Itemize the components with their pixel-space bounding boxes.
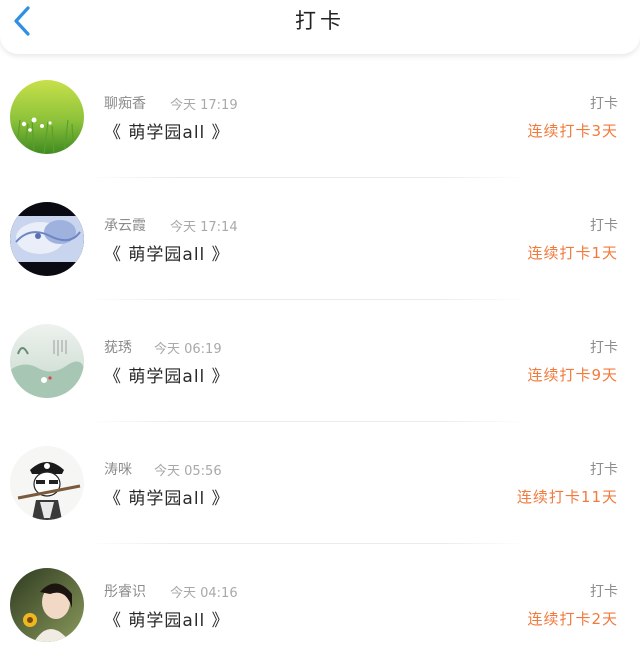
streak-label: 连续打卡1天 (527, 244, 618, 262)
list-item[interactable]: 聊痴香 今天 17:19 《 萌学园all 》 打卡 连续打卡3天 (0, 58, 640, 180)
user-name[interactable]: 聊痴香 (104, 93, 146, 113)
avatar[interactable] (10, 202, 84, 276)
user-name[interactable]: 彤睿识 (104, 581, 146, 601)
book-title[interactable]: 《 萌学园all 》 (104, 606, 230, 631)
book-title[interactable]: 《 萌学园all 》 (104, 118, 230, 143)
user-name[interactable]: 莸琇 (104, 337, 132, 357)
streak-label: 连续打卡11天 (516, 488, 618, 506)
checkin-label: 打卡 (590, 218, 618, 234)
avatar[interactable] (10, 568, 84, 642)
checkin-label: 打卡 (590, 340, 618, 356)
checkin-time: 今天 17:14 (170, 220, 238, 235)
avatar[interactable] (10, 80, 84, 154)
book-title[interactable]: 《 萌学园all 》 (104, 240, 230, 265)
list-item[interactable]: 彤睿识 今天 04:16 《 萌学园all 》 打卡 连续打卡2天 (0, 546, 640, 668)
list-item[interactable]: 莸琇 今天 06:19 《 萌学园all 》 打卡 连续打卡9天 (0, 302, 640, 424)
checkin-label: 打卡 (590, 584, 618, 600)
list-item[interactable]: 涛咪 今天 05:56 《 萌学园all 》 打卡 连续打卡11天 (0, 424, 640, 546)
checkin-time: 今天 05:56 (154, 464, 222, 479)
streak-label: 连续打卡3天 (527, 122, 618, 140)
user-name[interactable]: 承云霞 (104, 215, 146, 235)
avatar[interactable] (10, 446, 84, 520)
divider (88, 543, 528, 544)
checkin-time: 今天 04:16 (170, 586, 238, 601)
checkin-label: 打卡 (590, 96, 618, 112)
top-bar: 打卡 (0, 0, 640, 54)
page-title: 打卡 (295, 9, 345, 33)
divider (88, 177, 528, 178)
book-title[interactable]: 《 萌学园all 》 (104, 484, 230, 509)
checkin-time: 今天 06:19 (154, 342, 222, 357)
divider (88, 421, 528, 422)
checkin-label: 打卡 (590, 462, 618, 478)
user-name[interactable]: 涛咪 (104, 459, 132, 479)
divider (88, 299, 528, 300)
book-title[interactable]: 《 萌学园all 》 (104, 362, 230, 387)
checkin-time: 今天 17:19 (170, 98, 238, 113)
streak-label: 连续打卡2天 (527, 610, 618, 628)
avatar[interactable] (10, 324, 84, 398)
list-item[interactable]: 承云霞 今天 17:14 《 萌学园all 》 打卡 连续打卡1天 (0, 180, 640, 302)
checkin-list: 聊痴香 今天 17:19 《 萌学园all 》 打卡 连续打卡3天 承云霞 今天… (0, 58, 640, 668)
streak-label: 连续打卡9天 (527, 366, 618, 384)
